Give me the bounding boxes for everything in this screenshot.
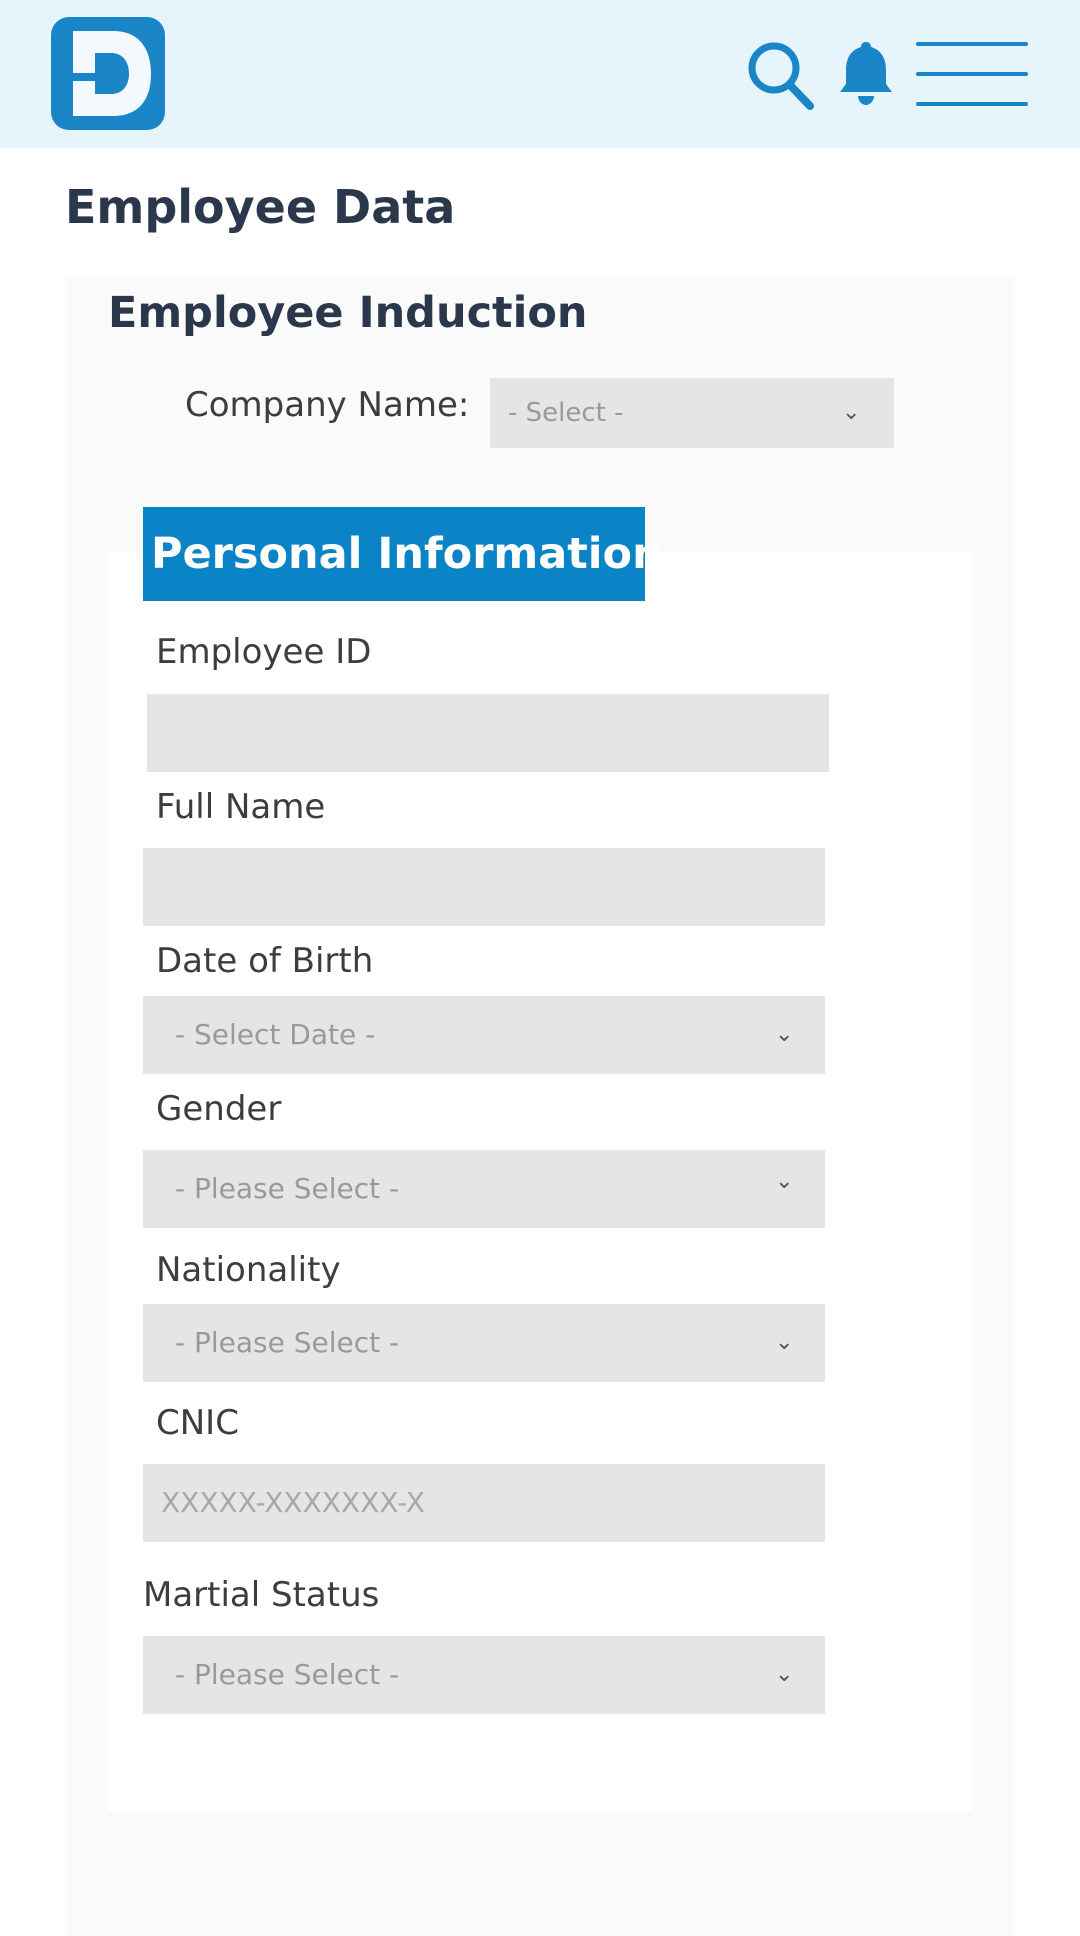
company-name-label: Company Name: <box>185 385 470 425</box>
search-icon <box>748 42 814 110</box>
chevron-down-icon: ⌄ <box>775 1022 794 1047</box>
nationality-select[interactable]: - Please Select - ⌄ <box>143 1304 825 1382</box>
full-name-label: Full Name <box>156 787 326 827</box>
cnic-label: CNIC <box>156 1403 239 1443</box>
tab-personal-information[interactable]: Personal Information <box>143 507 663 601</box>
menu-icon-bar <box>916 72 1028 76</box>
logo-d-icon <box>73 31 151 116</box>
marital-status-select[interactable]: - Please Select - ⌄ <box>143 1636 825 1714</box>
employee-id-label: Employee ID <box>156 632 372 672</box>
date-of-birth-select[interactable]: - Select Date - ⌄ <box>143 996 825 1074</box>
chevron-down-icon: ⌄ <box>775 1662 794 1687</box>
full-name-field[interactable] <box>143 848 825 926</box>
chevron-down-icon: ⌄ <box>842 400 861 425</box>
nationality-label: Nationality <box>156 1250 341 1290</box>
tab-label: Personal Information <box>151 529 663 579</box>
company-name-value: - Select - <box>508 398 624 428</box>
chevron-down-icon: ⌄ <box>775 1330 794 1355</box>
date-of-birth-label: Date of Birth <box>156 941 374 981</box>
page-title: Employee Data <box>65 180 456 234</box>
marital-status-label: Martial Status <box>143 1575 380 1615</box>
menu-icon-bar <box>916 102 1028 106</box>
marital-status-value: - Please Select - <box>175 1658 400 1691</box>
bell-icon <box>840 42 892 105</box>
cnic-placeholder: XXXXX-XXXXXXX-X <box>161 1486 425 1519</box>
section-title: Employee Induction <box>108 288 588 338</box>
cnic-field[interactable]: XXXXX-XXXXXXX-X <box>143 1464 825 1542</box>
menu-button[interactable] <box>916 40 1028 108</box>
menu-icon-bar <box>916 42 1028 46</box>
search-button[interactable] <box>746 40 816 112</box>
gender-select[interactable]: - Please Select - ⌄ <box>143 1150 825 1228</box>
gender-label: Gender <box>156 1089 282 1129</box>
app-header <box>0 0 1080 148</box>
notifications-button[interactable] <box>836 38 896 108</box>
chevron-down-icon: ⌄ <box>775 1169 794 1194</box>
company-name-select[interactable]: - Select - ⌄ <box>490 378 894 448</box>
app-logo[interactable] <box>51 17 165 130</box>
nationality-value: - Please Select - <box>175 1326 400 1359</box>
date-of-birth-value: - Select Date - <box>175 1018 376 1051</box>
gender-value: - Please Select - <box>175 1172 400 1205</box>
employee-id-field[interactable] <box>147 694 829 772</box>
